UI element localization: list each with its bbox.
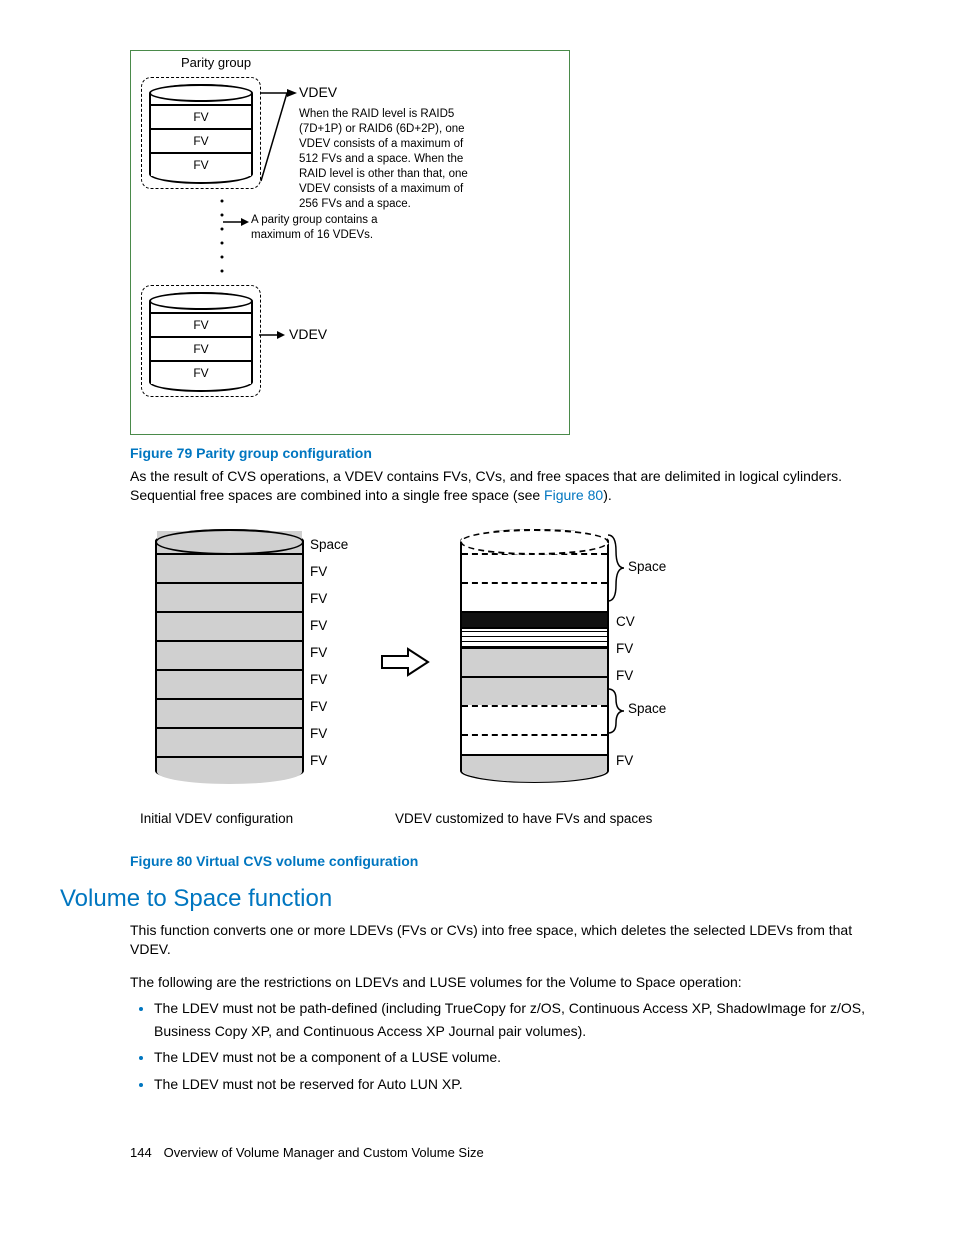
- figure-80-diagram: Space FV FV FV FV FV FV FV FV: [130, 519, 750, 849]
- left-cyl-caption: Initial VDEV configuration: [140, 811, 293, 826]
- label-space: Space: [628, 559, 666, 574]
- arrow-right-icon: [380, 647, 430, 677]
- vdev-label: VDEV: [299, 84, 337, 100]
- arrow-icon: [223, 216, 249, 228]
- figure-80-link[interactable]: Figure 80: [544, 487, 603, 503]
- slice-fv: FV: [151, 152, 251, 176]
- label-fv: FV: [616, 641, 633, 656]
- label-cv: CV: [616, 614, 635, 629]
- label-fv: FV: [310, 672, 327, 687]
- list-item: The LDEV must not be path-defined (inclu…: [154, 997, 894, 1042]
- cylinder-icon: [460, 529, 609, 783]
- dots-icon: [220, 191, 224, 283]
- label-fv: FV: [616, 668, 633, 683]
- brace-icon: [606, 533, 626, 603]
- vdev-dashed-box-2: Space FV FV FV: [141, 285, 261, 397]
- slice-fv: FV: [151, 336, 251, 360]
- label-fv: FV: [310, 618, 327, 633]
- paragraph: As the result of CVS operations, a VDEV …: [130, 467, 894, 505]
- list-item: The LDEV must not be a component of a LU…: [154, 1046, 894, 1068]
- slice-fv: FV: [151, 312, 251, 336]
- parity-group-label: Parity group: [181, 55, 251, 70]
- figure-79-diagram: Parity group Space FV FV FV VDEV When th…: [130, 50, 570, 435]
- slice-fv: FV: [151, 104, 251, 128]
- cylinder-icon: [155, 529, 304, 783]
- label-fv: FV: [310, 645, 327, 660]
- label-fv: FV: [310, 753, 327, 768]
- cylinder-icon: Space FV FV FV: [149, 84, 253, 184]
- label-fv: FV: [616, 753, 633, 768]
- raid-note: When the RAID level is RAID5 (7D+1P) or …: [299, 107, 484, 212]
- restrictions-list: The LDEV must not be path-defined (inclu…: [130, 997, 894, 1095]
- footer-title: Overview of Volume Manager and Custom Vo…: [164, 1145, 484, 1160]
- parity-note: A parity group contains a maximum of 16 …: [251, 213, 411, 243]
- vdev-label: VDEV: [289, 326, 327, 342]
- slice-fv: FV: [151, 128, 251, 152]
- label-fv: FV: [310, 699, 327, 714]
- slice-fv: FV: [151, 360, 251, 384]
- section-heading: Volume to Space function: [60, 885, 894, 913]
- list-item: The LDEV must not be reserved for Auto L…: [154, 1073, 894, 1095]
- figure-79-caption: Figure 79 Parity group configuration: [130, 445, 894, 461]
- cylinder-icon: Space FV FV FV: [149, 292, 253, 392]
- page-footer: 144 Overview of Volume Manager and Custo…: [130, 1145, 894, 1160]
- figure-80-caption: Figure 80 Virtual CVS volume configurati…: [130, 853, 894, 869]
- label-space: Space: [628, 701, 666, 716]
- page-number: 144: [130, 1145, 160, 1160]
- right-cyl-caption: VDEV customized to have FVs and spaces: [395, 811, 652, 826]
- label-fv: FV: [310, 564, 327, 579]
- brace-icon: [606, 687, 626, 735]
- vdev-dashed-box-1: Space FV FV FV: [141, 77, 261, 189]
- paragraph: This function converts one or more LDEVs…: [130, 921, 894, 959]
- paragraph: The following are the restrictions on LD…: [130, 973, 894, 992]
- label-fv: FV: [310, 591, 327, 606]
- arrow-icon: [259, 329, 285, 341]
- label-fv: FV: [310, 726, 327, 741]
- label-space: Space: [310, 537, 348, 552]
- arrow-icon: [259, 81, 299, 191]
